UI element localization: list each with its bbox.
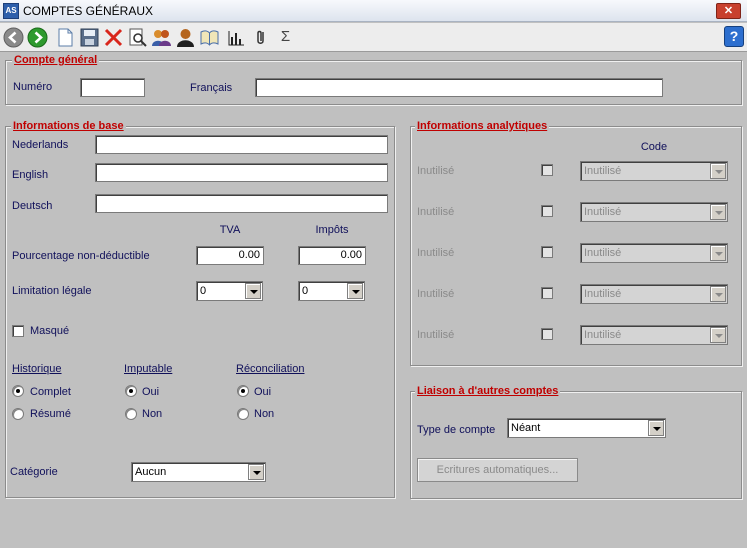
type-compte-select[interactable]: Néant	[507, 418, 666, 438]
analytique-code-value-1: Inutilisé	[584, 165, 622, 177]
forward-icon[interactable]	[27, 27, 48, 48]
reconciliation-non-label: Non	[254, 408, 275, 420]
analytique-code-value-4: Inutilisé	[584, 288, 622, 300]
historique-complet-radio[interactable]	[12, 385, 24, 397]
analytique-code-select-1[interactable]: Inutilisé	[580, 161, 728, 181]
informations-analytiques-legend: Informations analytiques	[415, 120, 550, 132]
analytique-label-4: Inutilisé	[417, 288, 455, 300]
analytique-code-select-4[interactable]: Inutilisé	[580, 284, 728, 304]
reconciliation-non-radio[interactable]	[237, 408, 249, 420]
english-label: English	[12, 169, 49, 181]
nederlands-label: Nederlands	[12, 139, 69, 151]
informations-base-legend: Informations de base	[11, 120, 126, 132]
pourcentage-label: Pourcentage non-déductible	[12, 250, 150, 262]
delete-icon[interactable]	[103, 27, 124, 48]
imputable-non-radio[interactable]	[125, 408, 137, 420]
reconciliation-label: Réconciliation	[236, 363, 305, 375]
chevron-down-icon[interactable]	[347, 283, 363, 299]
analytique-checkbox-5[interactable]	[541, 328, 553, 340]
analytique-code-value-5: Inutilisé	[584, 329, 622, 341]
ecritures-automatiques-button[interactable]: Ecritures automatiques...	[417, 458, 578, 482]
analytique-code-select-2[interactable]: Inutilisé	[580, 202, 728, 222]
analytique-code-value-2: Inutilisé	[584, 206, 622, 218]
imputable-non-label: Non	[142, 408, 163, 420]
user-icon[interactable]	[175, 27, 196, 48]
impots-header: Impôts	[315, 224, 349, 236]
attachment-icon[interactable]	[250, 27, 271, 48]
sum-icon[interactable]: Σ	[275, 27, 296, 48]
chevron-down-icon[interactable]	[710, 245, 726, 261]
chevron-down-icon[interactable]	[648, 420, 664, 436]
categorie-label: Catégorie	[10, 466, 58, 478]
deutsch-input[interactable]	[95, 194, 388, 213]
analytique-code-value-3: Inutilisé	[584, 247, 622, 259]
tva-header: TVA	[219, 224, 241, 236]
users-icon[interactable]	[151, 27, 172, 48]
analytique-label-5: Inutilisé	[417, 329, 455, 341]
title-bar: AS COMPTES GÉNÉRAUX ✕	[0, 0, 747, 22]
chevron-down-icon[interactable]	[710, 163, 726, 179]
preview-icon[interactable]	[127, 27, 148, 48]
pourcentage-impots-input[interactable]: 0.00	[298, 246, 366, 265]
imputable-label: Imputable	[124, 363, 173, 375]
chevron-down-icon[interactable]	[248, 464, 264, 480]
liaison-legend: Liaison à d'autres comptes	[415, 385, 561, 397]
categorie-value: Aucun	[135, 466, 167, 478]
back-icon[interactable]	[3, 27, 24, 48]
app-logo-icon: AS	[3, 3, 19, 19]
historique-resume-label: Résumé	[30, 408, 71, 420]
reconciliation-oui-radio[interactable]	[237, 385, 249, 397]
close-button[interactable]: ✕	[716, 3, 741, 19]
save-icon[interactable]	[79, 27, 100, 48]
analytique-label-3: Inutilisé	[417, 247, 455, 259]
limitation-label: Limitation légale	[12, 285, 92, 297]
liaison-group: Liaison à d'autres comptes	[410, 385, 742, 499]
pourcentage-tva-input[interactable]: 0.00	[196, 246, 264, 265]
analytique-checkbox-3[interactable]	[541, 246, 553, 258]
chevron-down-icon[interactable]	[710, 327, 726, 343]
historique-label: Historique	[12, 363, 62, 375]
type-compte-value: Néant	[511, 422, 541, 434]
francais-input[interactable]	[255, 78, 663, 97]
help-button[interactable]: ?	[724, 26, 744, 47]
toolbar: Σ ?	[0, 23, 747, 52]
limitation-impots-value: 0	[302, 285, 309, 297]
analytique-label-1: Inutilisé	[417, 165, 455, 177]
historique-complet-label: Complet	[30, 386, 71, 398]
type-compte-label: Type de compte	[417, 424, 496, 436]
limitation-tva-value: 0	[200, 285, 207, 297]
analytique-checkbox-4[interactable]	[541, 287, 553, 299]
analytique-checkbox-2[interactable]	[541, 205, 553, 217]
analytique-label-2: Inutilisé	[417, 206, 455, 218]
analytique-code-select-5[interactable]: Inutilisé	[580, 325, 728, 345]
reconciliation-oui-label: Oui	[254, 386, 272, 398]
chevron-down-icon[interactable]	[710, 204, 726, 220]
english-input[interactable]	[95, 163, 388, 182]
nederlands-input[interactable]	[95, 135, 388, 154]
categorie-select[interactable]: Aucun	[131, 462, 266, 482]
imputable-oui-radio[interactable]	[125, 385, 137, 397]
compte-general-legend: Compte général	[12, 54, 100, 66]
francais-label: Français	[190, 82, 233, 94]
masque-checkbox[interactable]	[12, 325, 24, 337]
deutsch-label: Deutsch	[12, 200, 53, 212]
chevron-down-icon[interactable]	[710, 286, 726, 302]
numero-label: Numéro	[13, 81, 53, 93]
historique-resume-radio[interactable]	[12, 408, 24, 420]
window-title: COMPTES GÉNÉRAUX	[23, 4, 154, 18]
numero-input[interactable]	[80, 78, 145, 97]
new-document-icon[interactable]	[55, 27, 76, 48]
analytique-checkbox-1[interactable]	[541, 164, 553, 176]
limitation-impots-select[interactable]: 0	[298, 281, 365, 301]
limitation-tva-select[interactable]: 0	[196, 281, 263, 301]
chart-icon[interactable]	[226, 27, 247, 48]
imputable-oui-label: Oui	[142, 386, 160, 398]
masque-label: Masqué	[30, 325, 70, 337]
chevron-down-icon[interactable]	[245, 283, 261, 299]
code-header: Code	[640, 141, 668, 153]
book-icon[interactable]	[199, 27, 220, 48]
analytique-code-select-3[interactable]: Inutilisé	[580, 243, 728, 263]
